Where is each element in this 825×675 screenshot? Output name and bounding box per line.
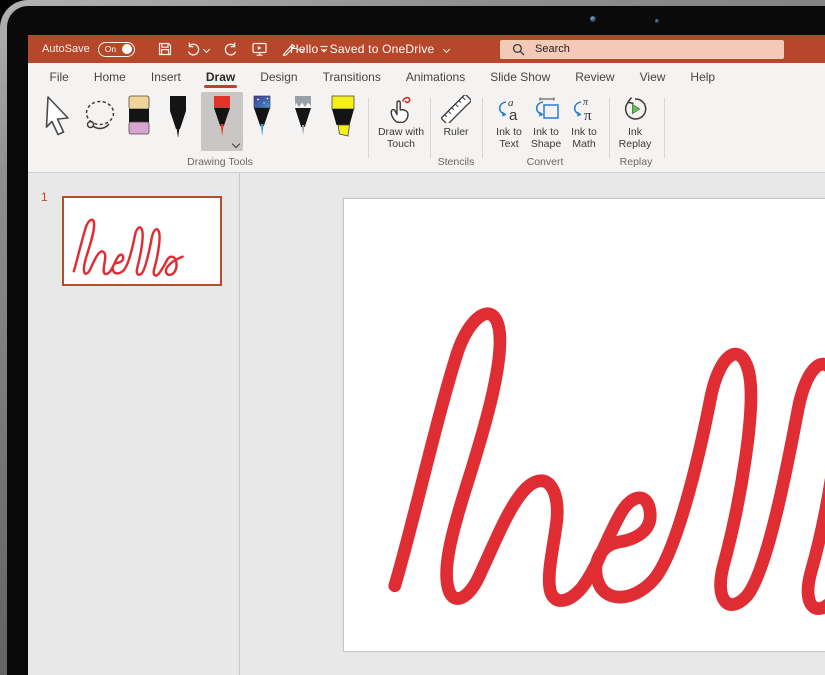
group-label-drawing-tools: Drawing Tools [187, 156, 253, 168]
select-cursor-icon [40, 94, 76, 138]
tab-review[interactable]: Review [563, 63, 627, 90]
ink-to-shape-icon [531, 95, 561, 123]
pen-red-button[interactable] [207, 94, 237, 140]
undo-button[interactable] [186, 41, 209, 57]
tab-animations[interactable]: Animations [393, 63, 477, 90]
ink-to-math-label: Ink to Math [561, 126, 607, 150]
ink-to-text-icon: a a [494, 95, 524, 123]
slide-ink-hello[interactable] [344, 199, 825, 653]
ink-replay-icon [620, 95, 650, 123]
autosave-toggle[interactable]: On [98, 42, 135, 57]
lasso-select-icon [81, 99, 119, 135]
svg-text:π: π [583, 97, 589, 108]
redo-icon [222, 41, 238, 57]
group-separator [609, 98, 610, 158]
redo-button[interactable] [222, 41, 238, 57]
ink-replay-button[interactable]: Ink Replay [612, 95, 658, 150]
group-separator [664, 98, 665, 158]
draw-with-touch-button[interactable]: Draw with Touch [373, 95, 429, 150]
save-button[interactable] [157, 41, 173, 57]
document-title: Hello - Saved to OneDrive [290, 42, 434, 56]
tab-slide-show[interactable]: Slide Show [478, 63, 563, 90]
autosave-state-label: On [105, 44, 116, 54]
tablet-device: AutoSave On [0, 0, 825, 675]
ink-to-math-button[interactable]: π π Ink to Math [561, 95, 607, 150]
pen-black-button[interactable] [163, 94, 193, 140]
undo-icon [186, 41, 202, 57]
group-label-stencils: Stencils [438, 156, 475, 168]
thumbnail-ink-hello [64, 198, 220, 284]
ruler-button[interactable]: Ruler [433, 95, 479, 138]
start-slideshow-icon [251, 41, 268, 57]
lasso-select-button[interactable] [81, 99, 119, 135]
eraser-icon [126, 94, 152, 138]
group-separator [430, 98, 431, 158]
slide-number: 1 [41, 190, 48, 204]
ribbon-tab-bar: File Home Insert Draw Design Transitions… [28, 63, 825, 90]
tab-draw[interactable]: Draw [193, 63, 247, 90]
title-dropdown-chevron [443, 45, 450, 52]
ribbon-draw: Draw with Touch Ruler a a [28, 90, 825, 173]
tab-view[interactable]: View [627, 63, 678, 90]
search-icon [512, 43, 525, 56]
select-tool-button[interactable] [40, 94, 76, 138]
toggle-knob [122, 44, 132, 54]
tab-design[interactable]: Design [248, 63, 310, 90]
pen-galaxy-button[interactable] [247, 94, 277, 140]
pen-options-chevron[interactable] [232, 140, 240, 148]
search-placeholder: Search [535, 43, 570, 55]
ruler-label: Ruler [443, 126, 468, 138]
ruler-icon [441, 95, 471, 123]
svg-text:π: π [584, 108, 592, 123]
group-separator [482, 98, 483, 158]
camera-dot-icon [655, 19, 659, 23]
start-slideshow-button[interactable] [251, 41, 268, 57]
highlighter-yellow-icon [327, 94, 359, 140]
pen-black-icon [163, 94, 193, 140]
svg-text:a: a [509, 107, 518, 123]
pencil-gray-icon [288, 94, 318, 140]
draw-with-touch-label: Draw with Touch [373, 126, 429, 150]
group-label-convert: Convert [527, 156, 564, 168]
tab-insert[interactable]: Insert [138, 63, 193, 90]
title-bar: AutoSave On [28, 35, 825, 63]
tab-help[interactable]: Help [678, 63, 728, 90]
tab-transitions[interactable]: Transitions [310, 63, 393, 90]
autosave-label: AutoSave [42, 43, 90, 55]
ink-replay-label: Ink Replay [612, 126, 658, 150]
pencil-tool-button[interactable] [288, 94, 318, 140]
tab-file[interactable]: File [37, 63, 81, 90]
slide-thumbnail[interactable] [62, 196, 222, 286]
ink-to-math-icon: π π [569, 95, 599, 123]
slide-canvas[interactable] [343, 198, 825, 652]
pen-red-icon [207, 94, 237, 140]
draw-with-touch-icon [386, 95, 416, 123]
workspace: 1 [28, 173, 825, 675]
undo-dropdown-chevron [203, 45, 210, 52]
camera-icon [590, 16, 596, 22]
pen-galaxy-icon [247, 94, 277, 140]
document-title-dropdown[interactable]: Hello - Saved to OneDrive [290, 35, 449, 63]
tab-home[interactable]: Home [81, 63, 138, 90]
group-label-replay: Replay [620, 156, 653, 168]
group-separator [368, 98, 369, 158]
search-input[interactable]: Search [500, 40, 784, 59]
powerpoint-window: AutoSave On [28, 35, 825, 675]
save-icon [157, 41, 173, 57]
eraser-tool-button[interactable] [126, 94, 152, 138]
highlighter-tool-button[interactable] [327, 94, 359, 140]
panel-divider[interactable] [239, 173, 240, 675]
